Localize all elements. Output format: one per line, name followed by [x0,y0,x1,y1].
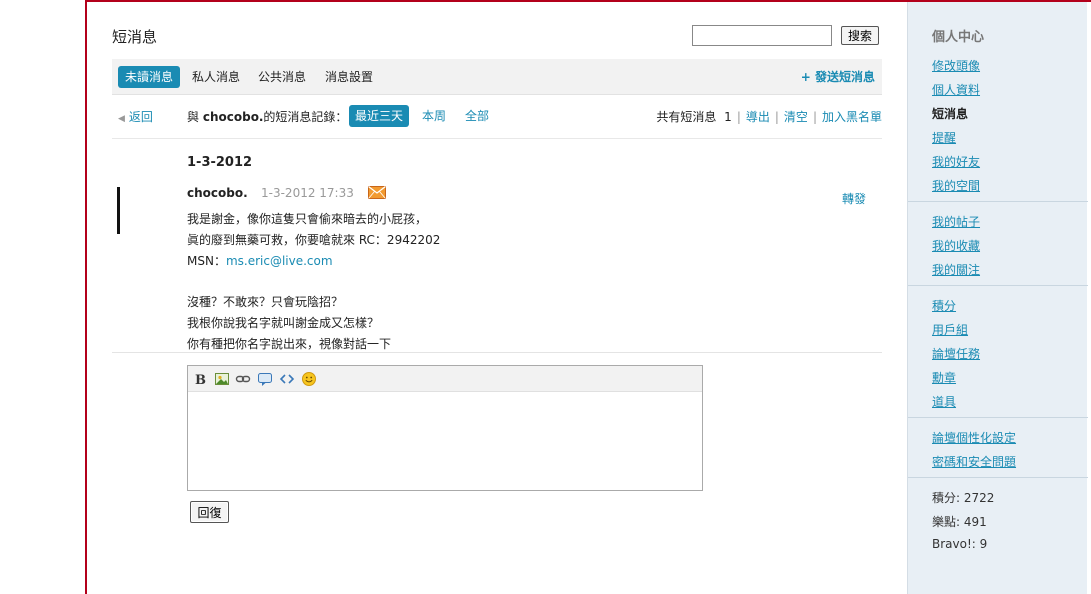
tab-public[interactable]: 公共消息 [251,66,313,88]
message-date: 1-3-2012 [187,155,253,170]
forward-link[interactable]: 轉發 [842,190,866,207]
code-icon[interactable] [279,371,295,387]
sidebar-item-tasks[interactable]: 論壇任務 [932,345,980,362]
sidebar-item-edit-avatar[interactable]: 修改頭像 [932,57,980,74]
sidebar-item-space[interactable]: 我的空間 [932,177,980,194]
message-line: 沒種？不敢來？只會玩陰招？ [187,295,344,310]
history-label: 與 chocobo. 的短消息記錄： [187,108,347,125]
sidebar-divider [908,477,1088,478]
sidebar-item-notifications[interactable]: 提醒 [932,129,956,146]
image-icon[interactable] [214,371,230,387]
smiley-icon[interactable] [301,371,317,387]
svg-text:B: B [195,373,206,387]
back-link[interactable]: ◀ 返回 [118,108,153,125]
tab-unread[interactable]: 未讀消息 [118,66,181,88]
sidebar-item-posts[interactable]: 我的帖子 [932,213,980,230]
stat-points: 樂點: 491 [932,515,987,529]
sidebar-item-tools[interactable]: 道具 [932,393,956,410]
message-msn-line: MSN：ms.eric@live.com [187,251,440,272]
sidebar-item-favorites[interactable]: 我的收藏 [932,237,980,254]
quote-icon[interactable] [257,371,273,387]
sidebar-divider [908,417,1088,418]
sidebar-divider [908,201,1088,202]
search-input[interactable] [692,25,832,46]
page-title: 短消息 [112,28,158,46]
message-sender[interactable]: chocobo. [187,186,248,200]
send-message-link[interactable]: + 發送短消息 [801,66,875,88]
sidebar-divider [908,285,1088,286]
clear-link[interactable]: 清空 [784,110,808,124]
search-button[interactable]: 搜索 [841,26,879,45]
message-line: 我是謝金，像你這隻只會偷來暗去的小屁孩， [187,212,428,226]
history-suffix: 的短消息記錄： [263,110,348,124]
message-body: 我是謝金，像你這隻只會偷來暗去的小屁孩， 眞的廢到無藥可救，你要嗆就來 RC：2… [187,209,440,355]
sidebar-item-friends[interactable]: 我的好友 [932,153,980,170]
sidebar-item-usergroup[interactable]: 用戶組 [932,321,968,338]
history-prefix: 與 [187,110,200,124]
msn-label: MSN： [187,253,226,268]
sidebar-item-customize[interactable]: 論壇個性化設定 [932,429,1016,446]
message-time: 1-3-2012 17:33 [261,186,354,200]
sidebar-title: 個人中心 [932,30,985,45]
tab-bar: 未讀消息 私人消息 公共消息 消息設置 + 發送短消息 [112,59,882,95]
message-line: 我根你說我名字就叫謝金成又怎樣？ [187,315,380,330]
envelope-icon [368,186,386,199]
link-icon[interactable] [235,371,251,387]
msn-email-link[interactable]: ms.eric@live.com [226,254,333,268]
history-user: chocobo. [202,110,264,124]
sidebar-item-security[interactable]: 密碼和安全問題 [932,453,1016,470]
message-line [187,271,440,292]
tab-settings[interactable]: 消息設置 [318,66,380,88]
bold-icon[interactable]: B [193,371,209,387]
sidebar-item-messages[interactable]: 短消息 [932,105,968,122]
stat-bravo: Bravo!: 9 [932,537,988,551]
message-divider [112,352,882,353]
export-link[interactable]: 導出 [746,110,770,124]
range-last-three-days[interactable]: 最近三天 [349,105,410,127]
count-value: 1 [724,110,732,124]
blacklist-link[interactable]: 加入黑名單 [822,110,882,124]
sidebar-item-credits[interactable]: 積分 [932,297,956,314]
reply-textarea[interactable] [188,392,702,490]
stat-credits: 積分: 2722 [932,491,995,505]
sidebar-item-profile[interactable]: 個人資料 [932,81,980,98]
reply-editor: B [187,365,703,491]
back-label: 返回 [128,110,153,124]
range-all[interactable]: 全部 [459,105,495,127]
chevron-left-icon: ◀ [118,114,125,124]
editor-toolbar: B [188,366,702,392]
sidebar: 個人中心 修改頭像 個人資料 短消息 提醒 我的好友 我的空間 我的帖子 我的收… [907,2,1088,594]
avatar [117,187,120,234]
sidebar-item-follows[interactable]: 我的關注 [932,261,980,278]
message-line: 眞的廢到無藥可救，你要嗆就來 RC：2942202 [187,232,441,247]
main-panel: 短消息 搜索 未讀消息 私人消息 公共消息 消息設置 + 發送短消息 ◀ 返回 與… [112,0,882,594]
sidebar-item-medals[interactable]: 勳章 [932,369,956,386]
tab-private[interactable]: 私人消息 [185,66,247,88]
message-counts: 共有短消息 1 | 導出 | 清空 | 加入黑名單 [656,110,882,124]
history-toolbar: ◀ 返回 與 chocobo. 的短消息記錄： 最近三天 本周 全部 共有短消息 … [112,101,882,139]
range-this-week[interactable]: 本周 [416,105,452,127]
reply-button[interactable]: 回復 [190,501,229,523]
count-label: 共有短消息 [656,110,717,124]
